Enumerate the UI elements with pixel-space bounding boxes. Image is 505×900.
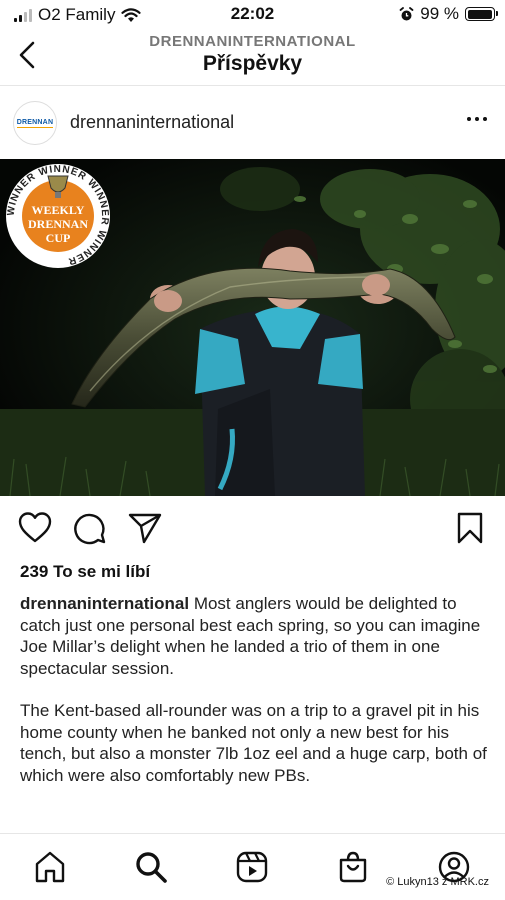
heart-icon[interactable]	[17, 510, 53, 546]
avatar-logo: DRENNAN	[16, 118, 54, 128]
watermark: © Lukyn13 z MRK.cz	[386, 876, 489, 888]
page-title: Příspěvky	[202, 52, 303, 75]
caption-paragraph-2: The Kent-based all-rounder was on a trip…	[20, 701, 487, 785]
paper-plane-icon[interactable]	[127, 510, 163, 546]
battery-icon	[465, 7, 498, 21]
badge-line2: DRENNAN	[28, 217, 88, 231]
status-bar: O2 Family 22:02 99 %	[0, 0, 505, 28]
status-right: 99 %	[399, 4, 498, 24]
post-header: DRENNAN drennaninternational	[0, 87, 505, 159]
shop-bag-icon[interactable]	[336, 850, 370, 884]
search-icon[interactable]	[134, 850, 168, 884]
battery-percent: 99 %	[420, 4, 459, 23]
more-dots-icon[interactable]	[467, 117, 487, 121]
badge-line1: WEEKLY	[32, 203, 85, 217]
caption-username[interactable]: drennaninternational	[20, 594, 189, 613]
account-subtitle: DRENNANINTERNATIONAL	[149, 33, 356, 50]
badge-line3: CUP	[46, 231, 71, 245]
weekly-cup-badge: WINNER WINNER WINNER WINNER WEEKLY DRENN…	[6, 164, 110, 268]
bookmark-icon[interactable]	[452, 510, 488, 546]
reels-icon[interactable]	[235, 850, 269, 884]
alarm-icon	[399, 6, 414, 20]
caption-paragraph-1: drennaninternational Most anglers would …	[20, 593, 490, 679]
home-icon[interactable]	[33, 850, 67, 884]
post-username[interactable]: drennaninternational	[70, 112, 234, 133]
post-actions	[0, 510, 505, 550]
battery-level	[467, 9, 493, 19]
nav-header: DRENNANINTERNATIONAL Příspěvky	[0, 28, 505, 86]
likes-count[interactable]: 239 To se mi líbí	[20, 562, 150, 582]
avatar[interactable]: DRENNAN	[13, 101, 57, 145]
post-photo[interactable]: WINNER WINNER WINNER WINNER WEEKLY DRENN…	[0, 159, 505, 496]
post-caption: drennaninternational Most anglers would …	[20, 593, 490, 786]
comment-bubble-icon[interactable]	[72, 510, 108, 546]
bottom-tab-bar: © Lukyn13 z MRK.cz	[0, 833, 505, 900]
